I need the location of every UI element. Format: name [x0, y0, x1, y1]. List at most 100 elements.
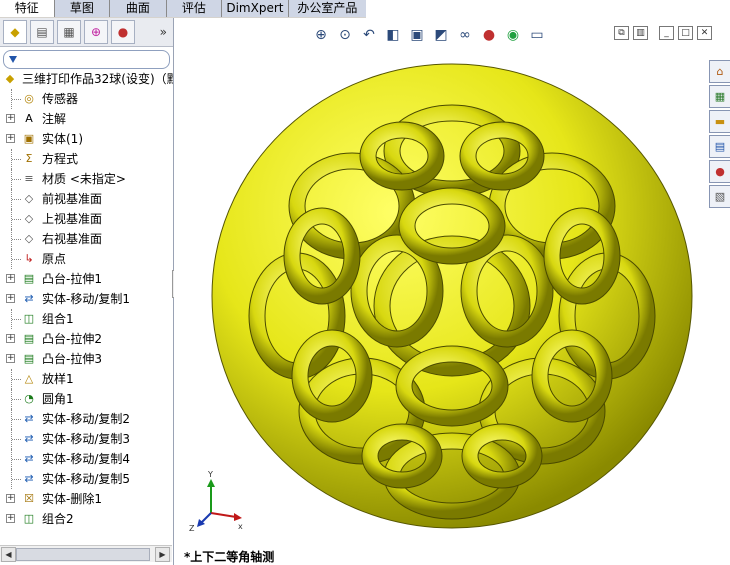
tree-item-label: 材质 <未指定>	[42, 172, 126, 186]
document-window-controls: _ □ ✕	[659, 26, 712, 40]
view-settings-icon[interactable]: ▭	[528, 26, 546, 44]
appearances-icon[interactable]: ●	[709, 160, 730, 183]
edit-appearance-icon[interactable]: ●	[480, 26, 498, 44]
feature-tree-tab-icon[interactable]: ◆	[3, 20, 27, 44]
tree-item[interactable]: + ▤ 凸台-拉伸2	[0, 329, 173, 349]
design-library-icon[interactable]: ▦	[709, 85, 730, 108]
previous-view-icon[interactable]: ↶	[360, 26, 378, 44]
tree-connector	[11, 189, 22, 209]
close-icon[interactable]: ✕	[697, 26, 712, 40]
tree-item[interactable]: △ 放样1	[0, 369, 173, 389]
heads-up-view-toolbar: ⊕ ⊙ ↶ ◧ ▣ ◩ ∞ ● ◉ ▭	[312, 26, 546, 44]
custom-properties-icon[interactable]: ▧	[709, 185, 730, 208]
view-palette-icon[interactable]: ▤	[709, 135, 730, 158]
tree-item[interactable]: ≡ 材质 <未指定>	[0, 169, 173, 189]
view-triad: Y x Z	[189, 471, 243, 531]
dimxpert-manager-tab-icon[interactable]: ⊕	[84, 20, 108, 44]
expand-icon[interactable]: +	[6, 274, 15, 283]
zoom-to-area-icon[interactable]: ⊙	[336, 26, 354, 44]
tree-item[interactable]: ⇄ 实体-移动/复制2	[0, 409, 173, 429]
tree-item-label: 右视基准面	[42, 232, 103, 246]
tree-item[interactable]: ◇ 右视基准面	[0, 229, 173, 249]
tree-item[interactable]: ⇄ 实体-移动/复制3	[0, 429, 173, 449]
combine-icon: ◫	[23, 512, 35, 525]
expand-icon[interactable]: +	[6, 514, 15, 523]
tree-item-label: 实体-移动/复制3	[42, 432, 131, 446]
tab-office-products[interactable]: 办公室产品	[288, 0, 366, 17]
tree-item[interactable]: + ▤ 凸台-拉伸3	[0, 349, 173, 369]
tree-connector	[11, 469, 22, 489]
section-view-icon[interactable]: ◧	[384, 26, 402, 44]
tree-item[interactable]: ◎ 传感器	[0, 89, 173, 109]
move-copy-icon: ⇄	[24, 412, 34, 425]
tree-item-label: 传感器	[42, 92, 79, 106]
restore-icon[interactable]: ⧉	[614, 26, 629, 40]
minimize-icon[interactable]: _	[659, 26, 674, 40]
annotation-icon: A	[25, 112, 33, 125]
tree-item[interactable]: + ⇄ 实体-移动/复制1	[0, 289, 173, 309]
part-icon: ◆	[5, 72, 15, 85]
feature-manager-panel: ◆ ▤ ▦ ⊕ ● » ◆ 三维打印作品32球(设变)（默 ◎ 传感器 + A 注解 + ▣…	[0, 18, 174, 565]
expand-icon[interactable]: +	[6, 354, 15, 363]
tree-item[interactable]: ⇄ 实体-移动/复制5	[0, 469, 173, 489]
tab-dimxpert[interactable]: DimXpert	[222, 0, 289, 17]
tree-item[interactable]: + ☒ 实体-删除1	[0, 489, 173, 509]
tree-item[interactable]: ◇ 上视基准面	[0, 209, 173, 229]
boss-extrude-icon: ▤	[23, 272, 35, 285]
tab-features[interactable]: 特征	[0, 0, 55, 17]
filter-icon	[9, 55, 17, 64]
expand-icon[interactable]: +	[6, 294, 15, 303]
tree-item-label: 放样1	[42, 372, 74, 386]
tree-item[interactable]: + A 注解	[0, 109, 173, 129]
hide-show-items-icon[interactable]: ∞	[456, 26, 474, 44]
tree-item[interactable]: + ◫ 组合2	[0, 509, 173, 529]
tile-icon[interactable]: ▥	[633, 26, 648, 40]
tab-sketch[interactable]: 草图	[54, 0, 111, 17]
tree-item-label: 原点	[42, 252, 67, 266]
tree-item[interactable]: + ▣ 实体(1)	[0, 129, 173, 149]
feature-tree-filter[interactable]	[3, 50, 170, 69]
tree-item-label: 凸台-拉伸1	[42, 272, 102, 286]
expand-icon[interactable]: +	[6, 494, 15, 503]
apply-scene-icon[interactable]: ◉	[504, 26, 522, 44]
tree-item[interactable]: Σ 方程式	[0, 149, 173, 169]
expand-icon[interactable]: +	[6, 334, 15, 343]
configuration-manager-tab-icon[interactable]: ▦	[57, 20, 81, 44]
tree-item[interactable]: ◇ 前视基准面	[0, 189, 173, 209]
property-manager-tab-icon[interactable]: ▤	[30, 20, 54, 44]
file-explorer-icon[interactable]: ▬	[709, 110, 730, 133]
tree-item[interactable]: + ▤ 凸台-拉伸1	[0, 269, 173, 289]
view-orientation-icon[interactable]: ▣	[408, 26, 426, 44]
tree-item-label: 实体-删除1	[42, 492, 102, 506]
view-window-controls: ⧉ ▥	[614, 26, 648, 40]
home-icon[interactable]: ⌂	[709, 60, 730, 83]
move-copy-icon: ⇄	[24, 292, 34, 305]
tree-item[interactable]: ◫ 组合1	[0, 309, 173, 329]
chevron-right-icon[interactable]: »	[160, 25, 167, 39]
fillet-icon: ◔	[24, 392, 34, 405]
tree-item[interactable]: ⇄ 实体-移动/复制4	[0, 449, 173, 469]
maximize-icon[interactable]: □	[678, 26, 693, 40]
feature-tree-hscrollbar[interactable]: ◀ ▶	[0, 545, 172, 562]
tab-evaluate[interactable]: 评估	[166, 0, 223, 17]
expand-icon[interactable]: +	[6, 114, 15, 123]
display-manager-tab-icon[interactable]: ●	[111, 20, 135, 44]
material-icon: ≡	[24, 172, 34, 185]
scroll-right-icon[interactable]: ▶	[155, 547, 170, 562]
graphics-area[interactable]: ⊕ ⊙ ↶ ◧ ▣ ◩ ∞ ● ◉ ▭ ⧉ ▥ _ □ ✕ Y x Z *上下二…	[174, 18, 730, 565]
display-style-icon[interactable]: ◩	[432, 26, 450, 44]
tree-item-label: 上视基准面	[42, 212, 103, 226]
task-pane-tabs: ⌂ ▦ ▬ ▤ ● ▧	[709, 60, 730, 208]
tree-item[interactable]: ◔ 圆角1	[0, 389, 173, 409]
tree-connector	[11, 229, 22, 249]
tree-item[interactable]: ↳ 原点	[0, 249, 173, 269]
tree-root[interactable]: ◆ 三维打印作品32球(设变)（默	[0, 69, 173, 89]
tree-item-label: 组合1	[42, 312, 74, 326]
zoom-to-fit-icon[interactable]: ⊕	[312, 26, 330, 44]
expand-icon[interactable]: +	[6, 134, 15, 143]
tab-surfaces[interactable]: 曲面	[110, 0, 167, 17]
tree-item-label: 实体(1)	[42, 132, 83, 146]
scroll-left-icon[interactable]: ◀	[1, 547, 16, 562]
triad-y-label: Y	[207, 471, 213, 479]
scroll-thumb[interactable]	[16, 548, 150, 561]
